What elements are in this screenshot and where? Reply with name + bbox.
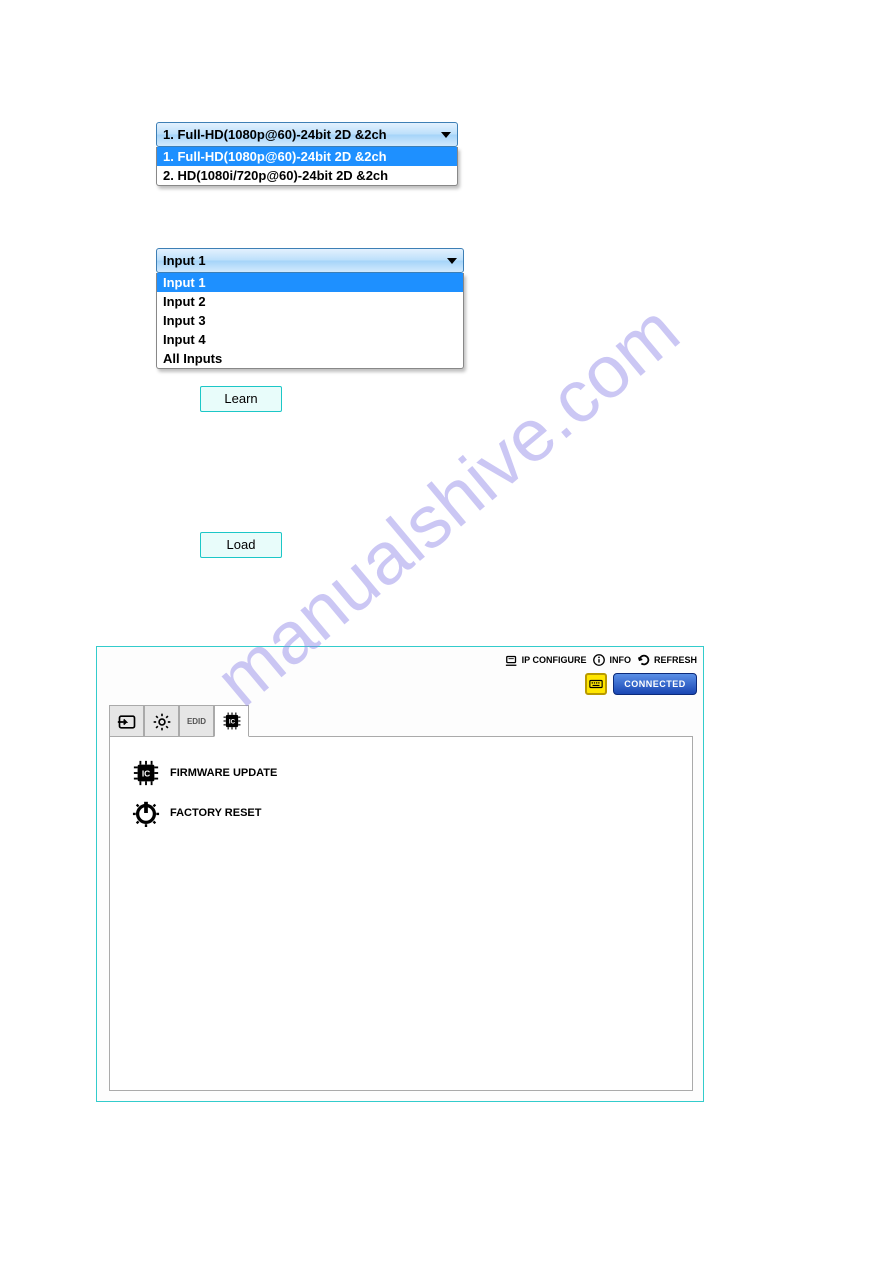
input-option[interactable]: Input 4 bbox=[157, 330, 463, 349]
chevron-down-icon bbox=[441, 132, 451, 138]
info-label: INFO bbox=[609, 655, 631, 665]
gear-icon bbox=[152, 712, 172, 732]
ip-configure-label: IP CONFIGURE bbox=[522, 655, 587, 665]
topbar: IP CONFIGURE INFO REFRESH bbox=[505, 653, 697, 667]
edid-mode-dropdown[interactable]: 1. Full-HD(1080p@60)-24bit 2D &2ch 1. Fu… bbox=[156, 122, 458, 186]
keyboard-icon bbox=[589, 677, 603, 691]
edid-mode-option[interactable]: 2. HD(1080i/720p@60)-24bit 2D &2ch bbox=[157, 166, 457, 185]
refresh-icon bbox=[637, 653, 651, 667]
svg-text:IC: IC bbox=[142, 769, 150, 779]
tab-bar: EDID IC bbox=[109, 705, 249, 737]
chip-icon: IC bbox=[132, 759, 160, 787]
keyboard-button[interactable] bbox=[585, 673, 607, 695]
tab-input[interactable] bbox=[109, 705, 144, 737]
input-option[interactable]: Input 2 bbox=[157, 292, 463, 311]
system-panel: IP CONFIGURE INFO REFRESH CONNECTED bbox=[96, 646, 704, 1102]
firmware-update-label: FIRMWARE UPDATE bbox=[170, 767, 277, 779]
connected-label: CONNECTED bbox=[624, 679, 686, 689]
connected-button[interactable]: CONNECTED bbox=[613, 673, 697, 695]
refresh-link[interactable]: REFRESH bbox=[637, 653, 697, 667]
edid-tab-label: EDID bbox=[187, 717, 206, 726]
firmware-update-row[interactable]: IC FIRMWARE UPDATE bbox=[110, 753, 692, 793]
input-selected: Input 1 bbox=[163, 253, 206, 268]
ip-configure-icon bbox=[505, 653, 519, 667]
load-button[interactable]: Load bbox=[200, 532, 282, 558]
factory-reset-row[interactable]: FACTORY RESET bbox=[110, 793, 692, 833]
chip-icon: IC bbox=[222, 711, 242, 731]
edid-mode-selected: 1. Full-HD(1080p@60)-24bit 2D &2ch bbox=[163, 127, 387, 142]
input-option[interactable]: Input 3 bbox=[157, 311, 463, 330]
edid-mode-option[interactable]: 1. Full-HD(1080p@60)-24bit 2D &2ch bbox=[157, 147, 457, 166]
learn-button[interactable]: Learn bbox=[200, 386, 282, 412]
tab-settings[interactable] bbox=[144, 705, 179, 737]
info-icon bbox=[592, 653, 606, 667]
tab-edid[interactable]: EDID bbox=[179, 705, 214, 737]
power-icon bbox=[132, 799, 160, 827]
input-icon bbox=[117, 712, 137, 732]
input-dropdown-head[interactable]: Input 1 bbox=[156, 248, 464, 273]
svg-text:IC: IC bbox=[228, 718, 235, 725]
tab-body: IC FIRMWARE UPDATE bbox=[109, 736, 693, 1091]
ip-configure-link[interactable]: IP CONFIGURE bbox=[505, 653, 587, 667]
chevron-down-icon bbox=[447, 258, 457, 264]
input-dropdown[interactable]: Input 1 Input 1 Input 2 Input 3 Input 4 … bbox=[156, 248, 464, 369]
tab-system[interactable]: IC bbox=[214, 705, 249, 737]
edid-mode-dropdown-head[interactable]: 1. Full-HD(1080p@60)-24bit 2D &2ch bbox=[156, 122, 458, 147]
factory-reset-label: FACTORY RESET bbox=[170, 807, 261, 819]
info-link[interactable]: INFO bbox=[592, 653, 631, 667]
refresh-label: REFRESH bbox=[654, 655, 697, 665]
input-option[interactable]: All Inputs bbox=[157, 349, 463, 368]
edid-mode-dropdown-list: 1. Full-HD(1080p@60)-24bit 2D &2ch 2. HD… bbox=[156, 147, 458, 186]
input-option[interactable]: Input 1 bbox=[157, 273, 463, 292]
input-dropdown-list: Input 1 Input 2 Input 3 Input 4 All Inpu… bbox=[156, 273, 464, 369]
connection-row: CONNECTED bbox=[585, 673, 697, 695]
